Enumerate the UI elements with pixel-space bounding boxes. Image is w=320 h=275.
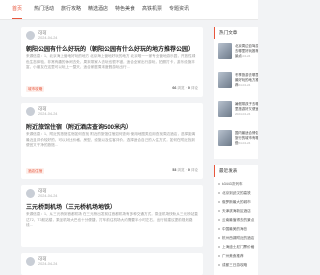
post-views: 66: [172, 86, 177, 90]
hot-article-item[interactable]: 国内最适合情侣旅行的城市有哪些 2024-04-24: [218, 130, 258, 148]
latest-post-text[interactable]: k3443次列车: [222, 180, 243, 188]
latest-post-text[interactable]: 天津滨海新区酒店: [222, 207, 251, 215]
bullet-icon: [218, 237, 220, 239]
post-excerpt: 来源信息：1、北京海上营地好玩的地方 北京海上营地好玩的地方 北京唯一一家专业营…: [26, 54, 196, 70]
bullet-icon: [218, 228, 220, 230]
latest-posts-header: 最近发表: [214, 165, 258, 177]
post-card[interactable]: 可可 2024-04-24 三元桥到机场（三元桥机场地铁） 来源信息：1、从三元…: [21, 185, 203, 247]
bullet-icon: [218, 192, 220, 194]
avatar: [26, 107, 35, 116]
hot-article-date: 2024-04-24: [235, 112, 251, 116]
avatar: [26, 189, 35, 198]
nav-food[interactable]: 特色美食: [115, 0, 135, 19]
article-thumbnail[interactable]: [218, 130, 232, 146]
latest-post-link[interactable]: 上海迪士尼门票价格: [218, 243, 258, 251]
latest-post-link[interactable]: 云南最值得去的景点: [218, 216, 258, 224]
latest-post-text[interactable]: 广州美食推荐: [222, 252, 244, 260]
bullet-icon: [218, 201, 220, 203]
latest-post-link[interactable]: 北京到武汉的高铁: [218, 189, 258, 197]
avatar: [26, 257, 35, 266]
bullet-icon: [218, 183, 220, 185]
post-card[interactable]: 可可 2024-04-24 附近旅馆住宿（附近酒店查询500米内） 来源信息：1…: [21, 103, 203, 179]
hot-article-item[interactable]: 冬季旅游去哪里最好玩的地方推荐 2024-04-24: [218, 72, 258, 90]
hot-articles-header: 热门文章: [214, 27, 258, 39]
post-excerpt: 来源信息：1、从三元桥到首都机场 在三元桥出发前往首都机场有多种交通方式，乘坐机…: [26, 212, 198, 228]
hot-article-date: 2024-04-24: [235, 141, 251, 145]
avatar: [26, 31, 35, 40]
post-card[interactable]: 可可 2024-04-24: [21, 253, 203, 275]
hot-article-item[interactable]: 暑假带孩子去哪里旅游好又便宜 2024-04-24: [218, 101, 258, 119]
latest-post-link[interactable]: 中国最美的海岛: [218, 225, 258, 233]
latest-post-link[interactable]: k3443次列车: [218, 180, 258, 188]
latest-post-link[interactable]: 成都三日游攻略: [218, 261, 258, 269]
latest-post-text[interactable]: 上海迪士尼门票价格: [222, 243, 254, 251]
hot-article-date: 2024-04-24: [235, 83, 251, 87]
bullet-icon: [218, 255, 220, 257]
article-thumbnail[interactable]: [218, 72, 232, 88]
bullet-icon: [218, 246, 220, 248]
latest-post-link[interactable]: 广州美食推荐: [218, 252, 258, 260]
latest-post-link[interactable]: 俄罗斯最大的城市: [218, 198, 258, 206]
article-thumbnail[interactable]: [218, 43, 232, 59]
post-excerpt: 来源信息：1、附近的旅馆住宿如何查找 附近的旅馆住宿如何查询 使用地图类应用查找…: [26, 132, 196, 148]
bullet-icon: [218, 210, 220, 212]
nav-hotels[interactable]: 精选酒店: [88, 0, 108, 19]
post-views: 53: [172, 168, 177, 172]
latest-post-text[interactable]: 杭州西湖附近的酒店: [222, 234, 254, 242]
latest-post-text[interactable]: 中国最美的海岛: [222, 225, 247, 233]
latest-post-text[interactable]: 俄罗斯最大的城市: [222, 198, 251, 206]
post-date: 2024-04-24: [38, 194, 58, 198]
latest-post-link[interactable]: 杭州西湖附近的酒店: [218, 234, 258, 242]
post-views-unit: 浏览: [177, 168, 185, 172]
hot-article-title[interactable]: 暑假带孩子去哪里旅游好又便宜: [235, 102, 258, 112]
post-title[interactable]: 三元桥到机场（三元桥机场地铁）: [26, 202, 116, 211]
post-stats: 53 浏览·0 评论: [172, 168, 198, 172]
post-title[interactable]: 附近旅馆住宿（附近酒店查询500米内）: [26, 122, 132, 131]
latest-post-link[interactable]: 天津滨海新区酒店: [218, 207, 258, 215]
post-tag[interactable]: 城市攻略: [26, 86, 45, 92]
article-thumbnail[interactable]: [218, 101, 232, 117]
post-stats: 66 浏览·0 评论: [172, 86, 198, 90]
post-comments-unit: 评论: [190, 168, 198, 172]
nav-hot-events[interactable]: 热门活动: [34, 0, 54, 19]
post-date: 2024-04-24: [38, 36, 58, 40]
latest-posts-title: 最近发表: [219, 168, 238, 173]
hot-articles-title: 热门文章: [219, 30, 238, 35]
bullet-icon: [218, 219, 220, 221]
hot-articles-panel: 热门文章 北京周边自驾游去哪里好玩推荐景点 2024-04-24 冬季旅游去哪里…: [214, 27, 258, 159]
post-date: 2024-04-24: [38, 262, 58, 266]
nav-train-flight[interactable]: 高铁机票: [142, 0, 162, 19]
post-date: 2024-04-24: [38, 112, 58, 116]
nav-topics[interactable]: 专题资讯: [169, 0, 189, 19]
post-comments-unit: 评论: [190, 86, 198, 90]
nav-travel-guide[interactable]: 旅行攻略: [61, 0, 81, 19]
latest-post-text[interactable]: 成都三日游攻略: [222, 261, 247, 269]
hot-article-date: 2024-04-24: [235, 54, 251, 58]
latest-post-text[interactable]: 云南最值得去的景点: [222, 216, 254, 224]
nav-home[interactable]: 首页: [12, 0, 23, 19]
post-comments: 0: [187, 168, 190, 172]
latest-post-text[interactable]: 北京到武汉的高铁: [222, 189, 251, 197]
latest-posts-panel: 最近发表 k3443次列车 北京到武汉的高铁 俄罗斯最大的城市 天津滨海新区酒店…: [214, 165, 258, 275]
hot-article-item[interactable]: 北京周边自驾游去哪里好玩推荐景点 2024-04-24: [218, 43, 258, 61]
bullet-icon: [218, 264, 220, 266]
post-tag[interactable]: 酒店住宿: [26, 168, 45, 174]
top-navigation: 首页 热门活动 旅行攻略 精选酒店 特色美食 高铁机票 专题资讯: [0, 0, 258, 20]
post-comments: 0: [187, 86, 190, 90]
post-card[interactable]: 可可 2024-04-24 朝阳公园有什么好玩的（朝阳公园有什么好玩的地方推荐公…: [21, 27, 203, 97]
post-views-unit: 浏览: [177, 86, 185, 90]
post-title[interactable]: 朝阳公园有什么好玩的（朝阳公园有什么好玩的地方推荐公园）: [26, 44, 194, 53]
